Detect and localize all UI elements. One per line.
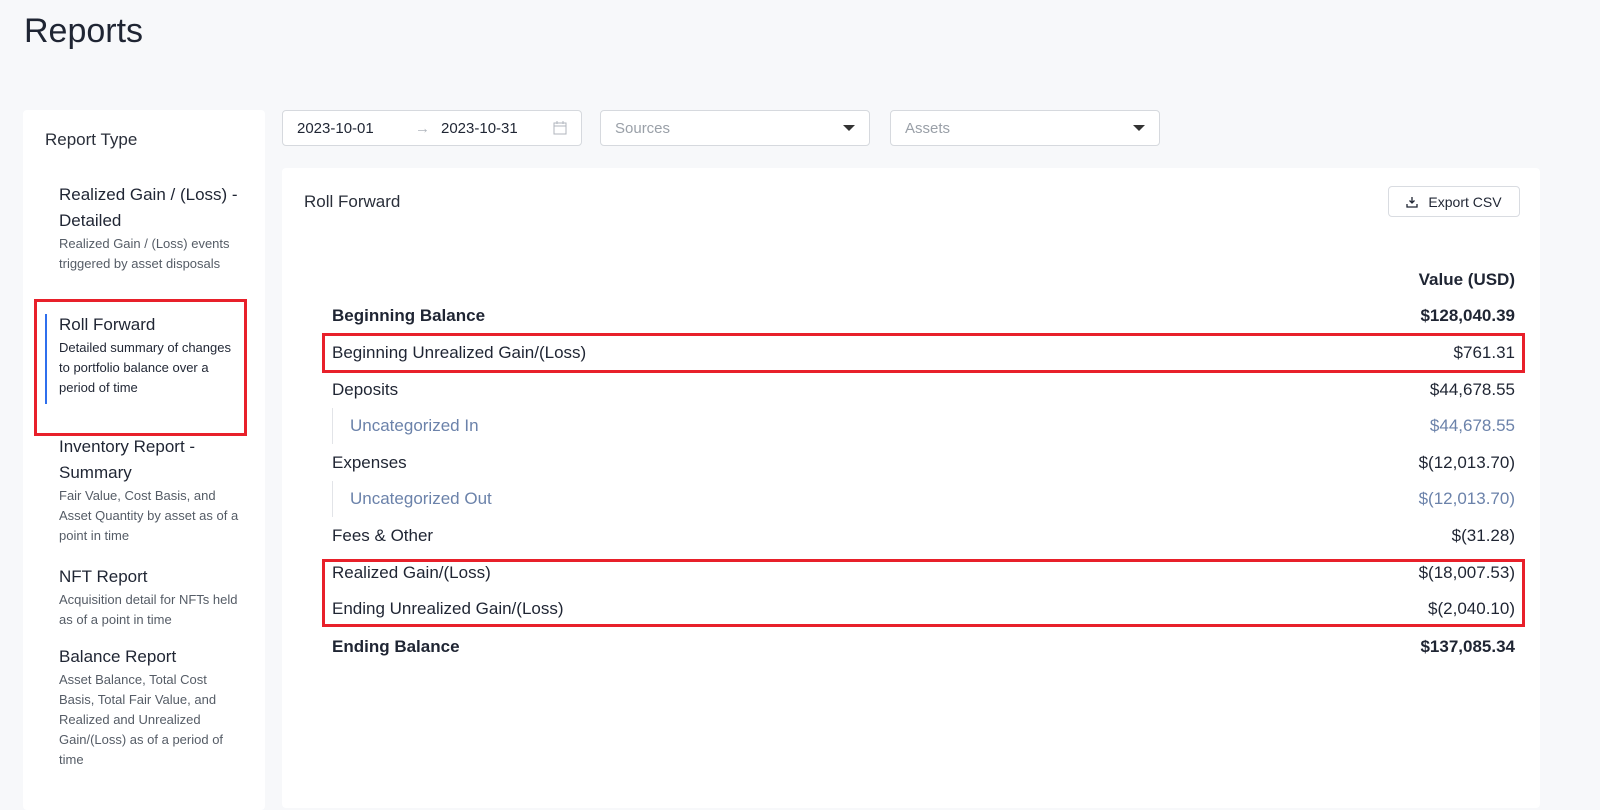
item-desc: Realized Gain / (Loss) events triggered … [59, 236, 230, 271]
item-desc: Detailed summary of changes to portfolio… [59, 340, 231, 395]
sidebar-heading: Report Type [45, 130, 138, 149]
assets-select[interactable]: Assets [890, 110, 1160, 146]
row-value: $(18,007.53) [1418, 563, 1515, 582]
table-row: Expenses $(12,013.70) [332, 448, 1515, 478]
item-desc: Asset Balance, Total Cost Basis, Total F… [59, 672, 224, 767]
row-value: $(12,013.70) [1418, 453, 1515, 472]
row-value: $(12,013.70) [1418, 489, 1515, 508]
row-value: $761.31 [1453, 343, 1515, 362]
item-desc: Fair Value, Cost Basis, and Asset Quanti… [59, 488, 239, 543]
start-date: 2023-10-01 [297, 119, 374, 137]
date-range-picker[interactable]: 2023-10-01 → 2023-10-31 [282, 110, 582, 146]
sidebar-item-roll-forward[interactable]: Roll Forward Detailed summary of changes… [45, 312, 245, 404]
row-label: Expenses [332, 453, 407, 472]
row-value: $(2,040.10) [1428, 599, 1515, 618]
row-value: $128,040.39 [1420, 306, 1515, 325]
table-row: Beginning Balance $128,040.39 [332, 301, 1515, 331]
table-row: Ending Balance $137,085.34 [332, 632, 1515, 662]
row-label: Uncategorized In [350, 416, 479, 435]
table-row: Realized Gain/(Loss) $(18,007.53) [332, 558, 1515, 588]
page-title: Reports [24, 12, 144, 50]
item-name: Roll Forward [59, 315, 156, 334]
row-label: Beginning Balance [332, 306, 486, 325]
table-row: Fees & Other $(31.28) [332, 521, 1515, 551]
export-label: Export CSV [1428, 193, 1502, 210]
row-value: $44,678.55 [1429, 380, 1515, 399]
row-value: $137,085.34 [1420, 637, 1515, 656]
row-value: $(31.28) [1451, 526, 1515, 545]
sidebar-item-realized-gain[interactable]: Realized Gain / (Loss) - Detailed Realiz… [45, 182, 245, 274]
export-csv-button[interactable]: Export CSV [1388, 186, 1520, 217]
item-name: Inventory Report - Summary [59, 437, 196, 482]
sidebar-item-nft[interactable]: NFT Report Acquisition detail for NFTs h… [45, 564, 245, 630]
calendar-icon [553, 121, 567, 135]
report-type-sidebar: Report Type Realized Gain / (Loss) - Det… [23, 110, 265, 810]
sidebar-item-balance[interactable]: Balance Report Asset Balance, Total Cost… [45, 644, 245, 770]
caret-down-icon [1133, 125, 1145, 131]
download-icon [1406, 196, 1419, 208]
row-label: Ending Balance [332, 637, 460, 656]
item-name: NFT Report [59, 567, 148, 586]
table-row: Deposits $44,678.55 [332, 375, 1515, 405]
caret-down-icon [843, 125, 855, 131]
row-label: Realized Gain/(Loss) [332, 563, 491, 582]
assets-placeholder: Assets [905, 119, 951, 137]
row-label: Ending Unrealized Gain/(Loss) [332, 599, 564, 618]
value-header-label: Value (USD) [1418, 270, 1515, 289]
row-label: Uncategorized Out [350, 489, 492, 508]
table-row: Uncategorized Out $(12,013.70) [332, 481, 1515, 517]
end-date: 2023-10-31 [441, 119, 518, 137]
sources-placeholder: Sources [615, 119, 671, 137]
row-label: Beginning Unrealized Gain/(Loss) [332, 343, 587, 362]
sidebar-item-inventory[interactable]: Inventory Report - Summary Fair Value, C… [45, 434, 245, 546]
table-row: Ending Unrealized Gain/(Loss) $(2,040.10) [332, 594, 1515, 624]
row-value: $44,678.55 [1429, 416, 1515, 435]
sources-select[interactable]: Sources [600, 110, 870, 146]
table-row: Beginning Unrealized Gain/(Loss) $761.31 [332, 338, 1515, 368]
row-label: Deposits [332, 380, 399, 399]
item-name: Balance Report [59, 647, 177, 666]
value-header: Value (USD) [332, 265, 1515, 295]
item-name: Realized Gain / (Loss) - Detailed [59, 185, 238, 230]
arrow-icon: → [415, 119, 430, 137]
row-label: Fees & Other [332, 526, 434, 545]
item-desc: Acquisition detail for NFTs held as of a… [59, 592, 238, 627]
table-row: Uncategorized In $44,678.55 [332, 408, 1515, 444]
report-title: Roll Forward [304, 192, 401, 211]
